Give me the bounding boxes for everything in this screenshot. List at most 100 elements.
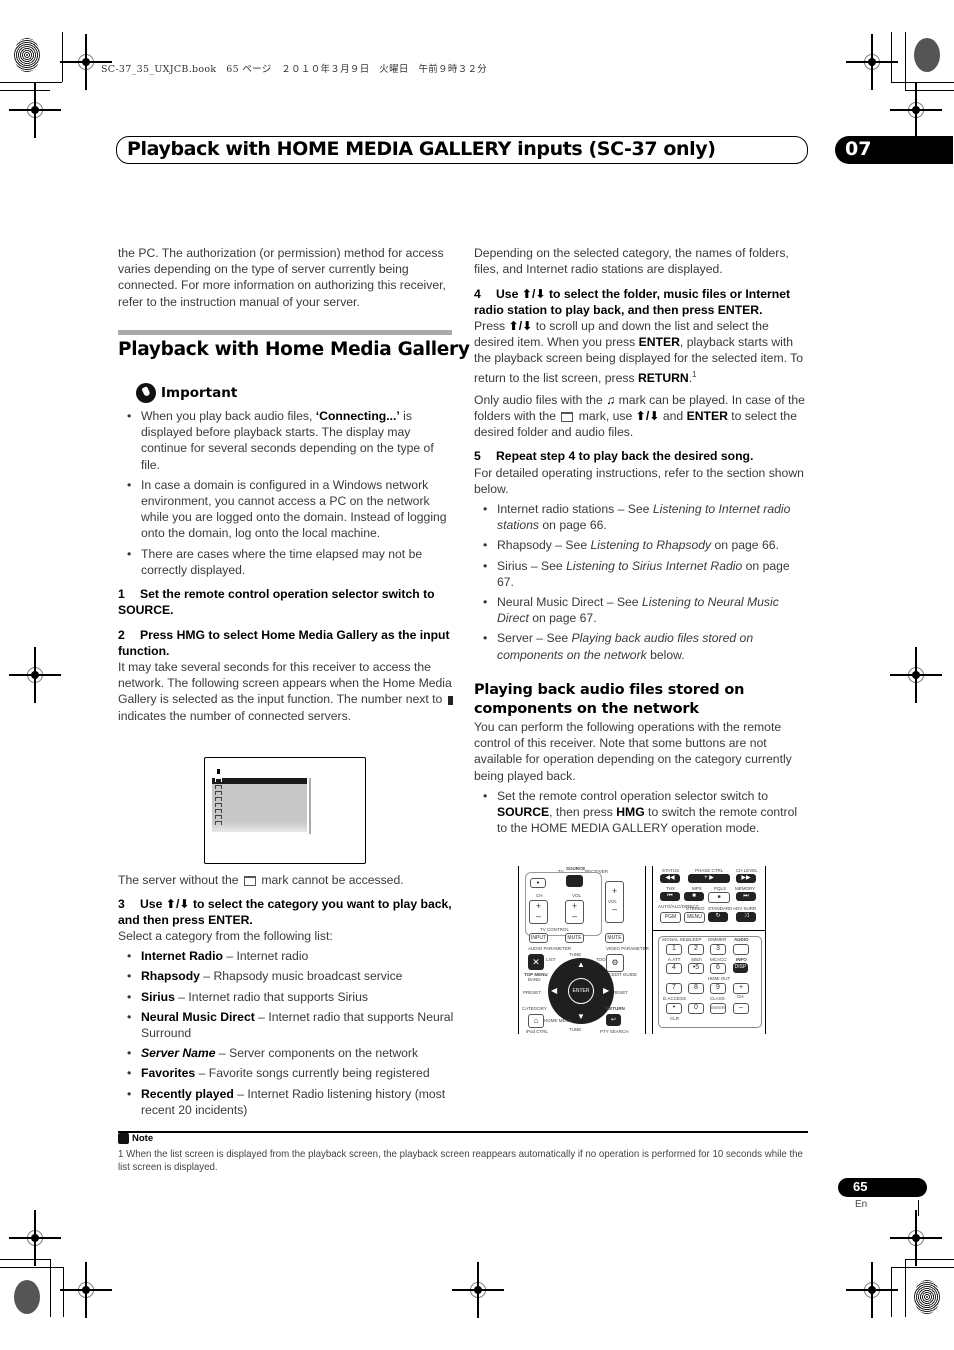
thx-label: THX xyxy=(666,886,675,891)
registration-mark xyxy=(846,1262,898,1318)
section-rule xyxy=(118,330,452,335)
tv-ch-buttons[interactable]: + – xyxy=(529,900,548,924)
chapter-number: 07 xyxy=(845,138,872,160)
left-intro: the PC. The authorization (or permission… xyxy=(118,246,446,309)
registration-mark xyxy=(9,647,61,703)
category-item: Sirius – Internet radio that supports Si… xyxy=(118,989,456,1005)
pause-button[interactable]: ■ xyxy=(708,892,730,903)
tune-label: TUNE xyxy=(569,952,582,957)
step-5: 5 Repeat step 4 to play back the desired … xyxy=(474,449,810,667)
mpx-label: MPX xyxy=(692,886,702,891)
direction-pad[interactable]: ▲ ▼ ◀ ▶ ENTER xyxy=(548,958,614,1024)
phase-ctrl-label: PHASE CTRL xyxy=(695,868,724,873)
step-2: 2 Press HMG to select Home Media Gallery … xyxy=(118,628,453,723)
rewind-button[interactable]: ◀◀ xyxy=(660,874,680,883)
ch-up-button[interactable]: + xyxy=(733,983,749,994)
source-switch-label: SOURCE xyxy=(566,866,586,871)
important-list: When you play back audio files, ‘Connect… xyxy=(118,408,456,582)
tv-input-button[interactable]: INPUT xyxy=(529,933,548,943)
next-button[interactable]: ⏭ xyxy=(736,892,756,901)
subsection-title: Playing back audio files stored on compo… xyxy=(474,682,745,717)
selected-row xyxy=(212,778,307,784)
sleep-label: SLEEP xyxy=(687,937,702,942)
menu-button[interactable]: MENU xyxy=(684,912,705,923)
tv-vol-buttons[interactable]: + – xyxy=(565,900,584,924)
ch-down-button[interactable]: – xyxy=(733,1003,749,1014)
subsection-body: You can perform the following operations… xyxy=(474,719,810,840)
tune-label: TUNE xyxy=(569,1027,582,1032)
return-button[interactable]: ↩ xyxy=(606,1014,621,1026)
up-down-arrow-icon: ⬆/⬇ xyxy=(165,897,190,911)
key-8[interactable]: 8 xyxy=(688,983,704,994)
section-title: Playback with Home Media Gallery xyxy=(118,339,470,360)
key-5[interactable]: •5 xyxy=(688,963,704,974)
crop-mark xyxy=(905,1259,906,1317)
fast-forward-button[interactable]: ▶▶ xyxy=(736,874,756,883)
up-down-arrow-icon: ⬆/⬇ xyxy=(635,409,660,424)
chapter-number-tab: 07 xyxy=(835,136,953,164)
crop-mark xyxy=(0,90,50,91)
d-access-button[interactable]: • xyxy=(666,1003,682,1014)
mcacc-label: MCACC xyxy=(710,957,727,962)
right-intro: Depending on the selected category, the … xyxy=(474,246,789,277)
print-registration-disc xyxy=(914,1280,940,1314)
note-rule xyxy=(118,1131,808,1133)
shuffle-button[interactable]: ⤨ xyxy=(736,912,756,922)
disp-button[interactable]: DISP xyxy=(733,963,748,973)
category-item: Internet Radio – Internet radio xyxy=(118,948,456,964)
audio-parameter-button[interactable]: ✕ xyxy=(528,954,544,970)
key-4[interactable]: 4 xyxy=(666,963,682,974)
music-note-icon: ♫ xyxy=(606,392,616,407)
scrollbar xyxy=(309,778,311,834)
folder-icon xyxy=(215,821,222,825)
up-down-arrow-icon: ⬆/⬇ xyxy=(508,319,533,333)
reference-item: Rhapsody – See Listening to Rhapsody on … xyxy=(474,537,810,553)
language-code: En xyxy=(855,1199,868,1210)
server-icon xyxy=(447,695,453,705)
tv-control-label: TV CONTROL xyxy=(540,927,570,932)
step-3: 3 Use ⬆/⬇ to select the category you want… xyxy=(118,897,456,1122)
pgm-button[interactable]: PGM xyxy=(660,912,681,923)
key-9[interactable]: 9 xyxy=(710,983,726,994)
list-item: When you play back audio files, ‘Connect… xyxy=(118,408,456,473)
key-0[interactable]: 0 xyxy=(688,1003,704,1014)
tv-power-button[interactable]: ● xyxy=(530,878,546,888)
key-3[interactable]: 3 xyxy=(710,944,726,955)
previous-button[interactable]: ⏮ xyxy=(660,892,680,901)
down-arrow-icon: ▼ xyxy=(577,1012,585,1021)
key-6[interactable]: 6 xyxy=(710,963,726,974)
crop-mark xyxy=(905,90,954,91)
list-label: LIST xyxy=(546,957,556,962)
folder-icon xyxy=(215,791,222,795)
crop-mark xyxy=(50,1259,51,1317)
ch-label: CH xyxy=(737,994,744,999)
registration-mark xyxy=(890,647,942,703)
folder-icon xyxy=(215,815,222,819)
hmg-screen-illustration xyxy=(204,757,366,864)
crop-mark xyxy=(62,32,63,82)
stop-button[interactable]: ■ xyxy=(684,892,704,901)
video-parameter-button[interactable]: ⚙ xyxy=(606,954,624,972)
key-7[interactable]: 7 xyxy=(666,983,682,994)
home-menu-button[interactable]: ⌂ xyxy=(528,1014,544,1028)
registration-mark xyxy=(846,34,898,90)
crop-mark xyxy=(918,1200,919,1216)
pty-search-label: PTY SEARCH xyxy=(600,1029,629,1034)
registration-mark xyxy=(60,34,112,90)
folder-icon xyxy=(215,785,222,789)
mute-button[interactable]: MUTE xyxy=(605,933,624,943)
status-label: STATUS xyxy=(662,868,680,873)
footnote-text: 1 When the list screen is displayed from… xyxy=(118,1149,803,1173)
repeat-button[interactable]: ↻ xyxy=(708,912,728,922)
stereo-label: STEREO xyxy=(686,906,705,911)
audio-button[interactable] xyxy=(733,944,749,955)
enter-button[interactable]: ENTER xyxy=(568,978,594,1004)
play-pause-button[interactable]: + ▶ xyxy=(688,874,730,883)
important-heading: Important xyxy=(136,383,237,403)
key-1[interactable]: 1 xyxy=(666,944,682,955)
pqls-label: PQLS xyxy=(714,886,727,891)
tv-mute-button[interactable]: MUTE xyxy=(565,933,584,943)
key-2[interactable]: 2 xyxy=(688,944,704,955)
class-enter-button[interactable]: ENTER xyxy=(710,1003,726,1014)
d-access-label: D.ACCESS xyxy=(663,996,687,1001)
